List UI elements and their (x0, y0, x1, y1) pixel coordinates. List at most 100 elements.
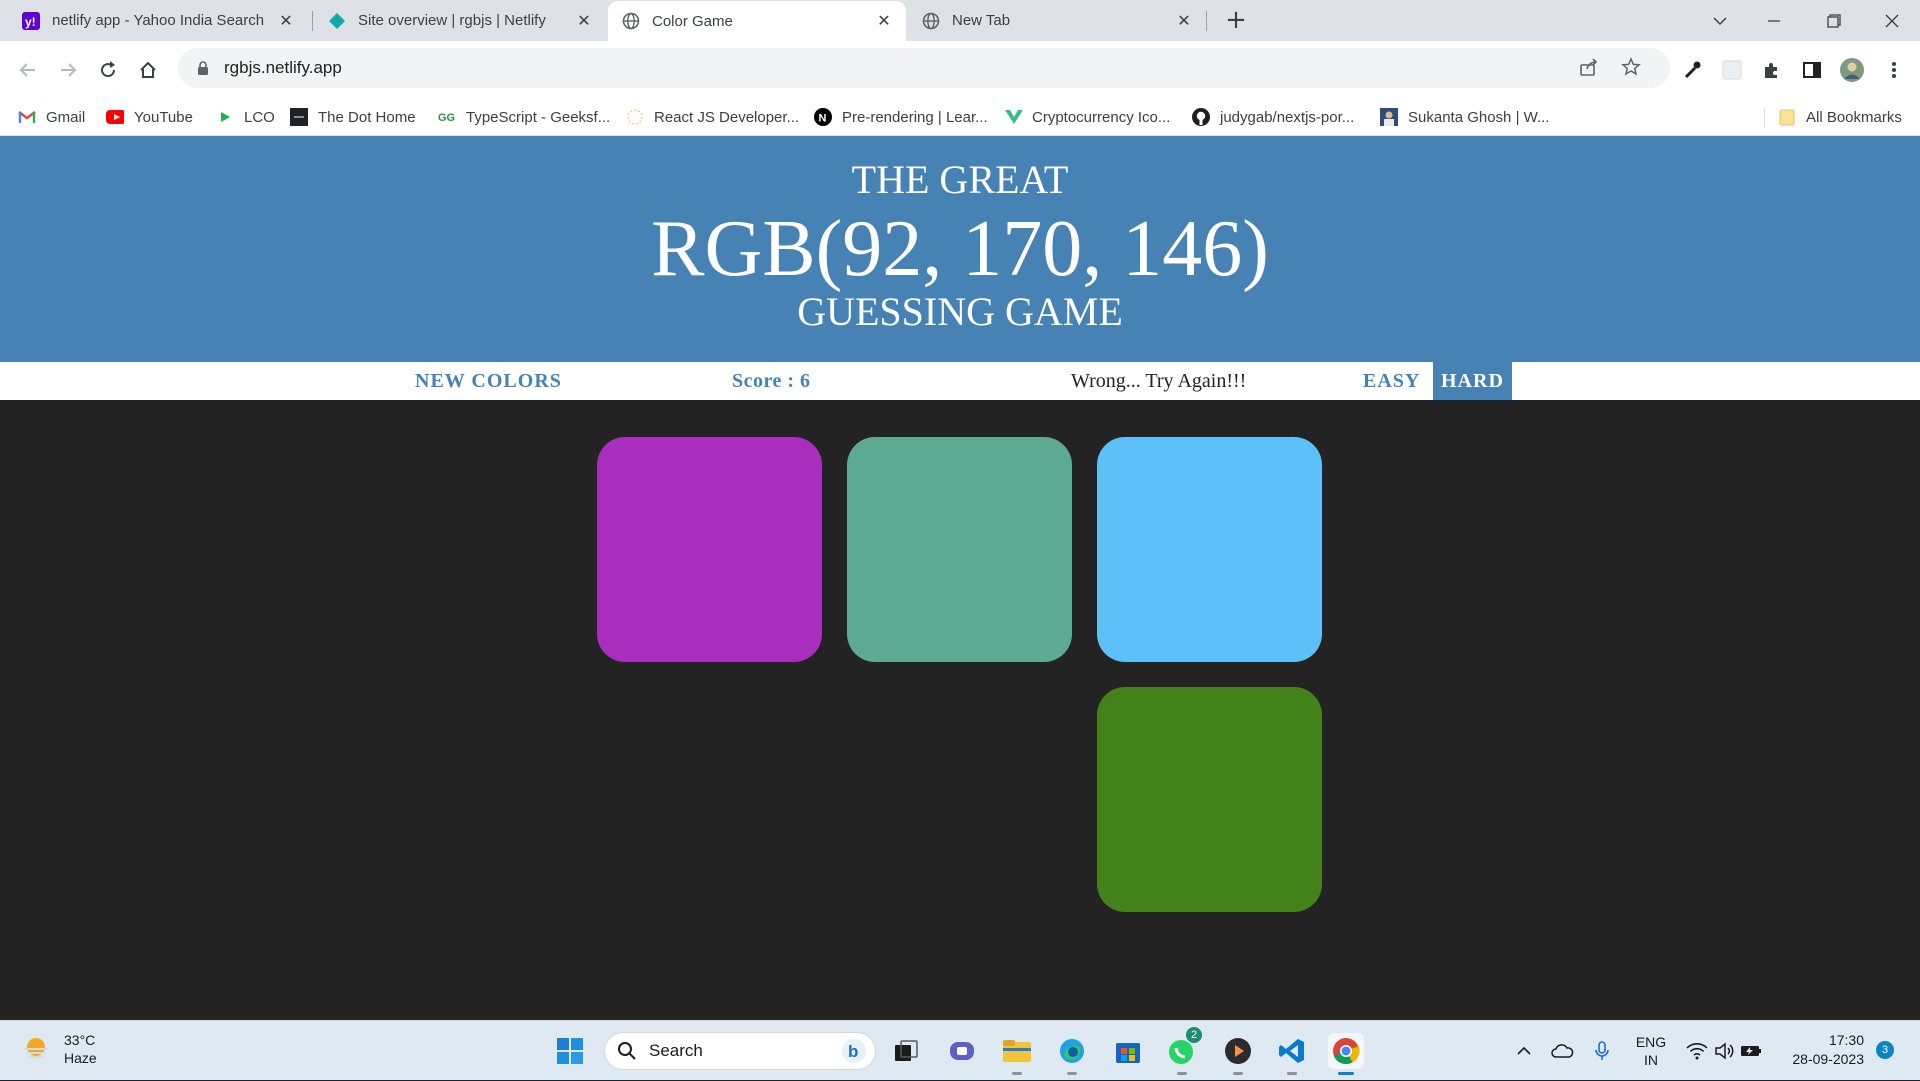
tab-title: Color Game (652, 12, 733, 30)
color-square[interactable] (1097, 437, 1322, 662)
back-button[interactable] (10, 52, 46, 88)
profile-icon (1380, 108, 1398, 126)
running-indicator (1067, 1072, 1077, 1075)
color-square[interactable] (847, 687, 1072, 912)
show-hidden-icons-button[interactable] (1512, 1021, 1536, 1081)
lock-icon (194, 60, 212, 76)
quick-settings[interactable] (1684, 1021, 1764, 1081)
bookmark-youtube[interactable]: YouTube (106, 99, 193, 135)
vscode-app[interactable] (1274, 1033, 1310, 1075)
forward-button[interactable] (50, 52, 86, 88)
minimize-button[interactable] (1746, 0, 1802, 41)
weather-temperature: 33°C (64, 1032, 96, 1048)
close-icon[interactable]: ✕ (278, 11, 294, 31)
folder-icon (1778, 108, 1796, 126)
bookmark-label: TypeScript - Geeksf... (466, 108, 611, 126)
color-square[interactable] (597, 437, 822, 662)
color-game-page: THE GREAT RGB(92, 170, 146) GUESSING GAM… (0, 136, 1920, 1020)
bing-icon[interactable]: b (841, 1038, 867, 1064)
running-indicator (1338, 1072, 1354, 1075)
bookmark-label: React JS Developer... (654, 108, 800, 126)
tab-new-tab[interactable]: New Tab ✕ (908, 0, 1206, 41)
close-icon[interactable]: ✕ (1176, 11, 1192, 31)
new-colors-button[interactable]: NEW COLORS (415, 362, 562, 400)
extensions-puzzle-icon[interactable] (1758, 56, 1786, 84)
svg-text:y!: y! (25, 15, 36, 29)
tab-search-chevron-icon[interactable] (1692, 0, 1748, 41)
all-bookmarks-folder[interactable]: All Bookmarks (1778, 99, 1902, 135)
taskbar-search[interactable]: Search b (604, 1032, 876, 1070)
file-explorer-app[interactable] (999, 1033, 1035, 1075)
bookmark-the-dot-home[interactable]: The Dot Home (290, 99, 416, 135)
bookmark-label: The Dot Home (318, 108, 416, 126)
media-player-app[interactable] (1220, 1033, 1256, 1075)
language-indicator[interactable]: ENG IN (1628, 1021, 1674, 1081)
language-code: ENG (1635, 1034, 1667, 1050)
result-message: Wrong... Try Again!!! (1071, 370, 1247, 392)
notification-badge[interactable]: 3 (1876, 1041, 1894, 1059)
game-header: THE GREAT RGB(92, 170, 146) GUESSING GAM… (0, 136, 1920, 362)
color-square[interactable] (847, 437, 1072, 662)
edge-app[interactable] (1054, 1033, 1090, 1075)
tab-netlify-overview[interactable]: Site overview | rgbjs | Netlify ✕ (314, 0, 606, 41)
battery-charging-icon (1741, 1046, 1761, 1056)
chrome-app[interactable] (1328, 1033, 1364, 1075)
bookmark-react-developer[interactable]: React JS Developer... (626, 99, 799, 135)
youtube-icon (106, 108, 124, 126)
vscode-icon (1279, 1039, 1304, 1063)
bookmark-lco[interactable]: LCO (216, 99, 275, 135)
eyedropper-extension-icon[interactable] (1678, 56, 1706, 84)
color-square[interactable] (1097, 687, 1322, 912)
onedrive-tray[interactable] (1548, 1021, 1576, 1081)
window-close-button[interactable] (1864, 0, 1920, 41)
bookmark-sukanta-ghosh[interactable]: Sukanta Ghosh | W... (1380, 99, 1549, 135)
microphone-tray[interactable] (1590, 1021, 1614, 1081)
control-stripe: NEW COLORS Score : 6 Wrong... Try Again!… (0, 362, 1920, 400)
tab-yahoo-search[interactable]: y! netlify app - Yahoo India Search ✕ (8, 0, 308, 41)
bookmark-label: Sukanta Ghosh | W... (1408, 108, 1550, 126)
reload-button[interactable] (90, 52, 126, 88)
svg-text:N: N (819, 113, 827, 125)
teams-chat-app[interactable] (944, 1033, 980, 1069)
react-dev-icon (626, 108, 644, 126)
easy-mode-button[interactable]: EASY (1363, 362, 1420, 400)
home-icon (140, 61, 156, 78)
bookmark-gmail[interactable]: Gmail (18, 99, 85, 135)
home-button[interactable] (130, 52, 166, 88)
lco-icon (216, 108, 234, 126)
url-text[interactable]: rgbjs.netlify.app (224, 58, 342, 78)
microsoft-store-app[interactable] (1110, 1033, 1146, 1069)
bookmark-github-repo[interactable]: judygab/nextjs-por... (1192, 99, 1354, 135)
tab-color-game[interactable]: Color Game ✕ (608, 1, 906, 41)
side-panel-icon[interactable] (1798, 56, 1826, 84)
clock-time: 17:30 (1828, 1032, 1864, 1048)
bookmark-cryptocurrency[interactable]: Cryptocurrency Ico... (1004, 99, 1170, 135)
new-tab-button[interactable]: + (1222, 6, 1250, 34)
running-indicator (1177, 1072, 1187, 1075)
system-clock[interactable]: 17:30 28-09-2023 (1778, 1031, 1864, 1069)
bookmark-star-icon[interactable] (1620, 57, 1642, 79)
address-bar[interactable]: rgbjs.netlify.app (178, 48, 1670, 88)
tab-strip: y! netlify app - Yahoo India Search ✕ Si… (0, 0, 1920, 41)
task-view-button[interactable] (888, 1033, 924, 1069)
color-square[interactable] (597, 687, 822, 912)
bookmark-label: Cryptocurrency Ico... (1032, 108, 1171, 126)
extension-placeholder-icon[interactable] (1718, 56, 1746, 84)
tab-divider (1206, 11, 1207, 31)
back-arrow-icon (19, 63, 35, 77)
chrome-menu-icon[interactable] (1880, 56, 1908, 84)
whatsapp-app[interactable]: 2 (1164, 1027, 1202, 1075)
share-icon[interactable] (1578, 57, 1600, 79)
restore-button[interactable] (1806, 0, 1862, 41)
bookmark-typescript-gfg[interactable]: GG TypeScript - Geeksf... (438, 99, 610, 135)
bookmark-pre-rendering[interactable]: N Pre-rendering | Lear... (814, 99, 988, 135)
close-icon[interactable]: ✕ (576, 11, 592, 31)
hard-mode-button[interactable]: HARD (1433, 362, 1512, 400)
dot-home-icon (290, 108, 308, 126)
profile-avatar[interactable] (1838, 56, 1866, 84)
weather-widget[interactable]: 33°C Haze (22, 1031, 97, 1067)
edge-browser-icon (1060, 1039, 1084, 1063)
close-icon[interactable]: ✕ (876, 11, 892, 31)
start-button[interactable] (552, 1033, 588, 1069)
bookmark-label: Pre-rendering | Lear... (842, 108, 988, 126)
